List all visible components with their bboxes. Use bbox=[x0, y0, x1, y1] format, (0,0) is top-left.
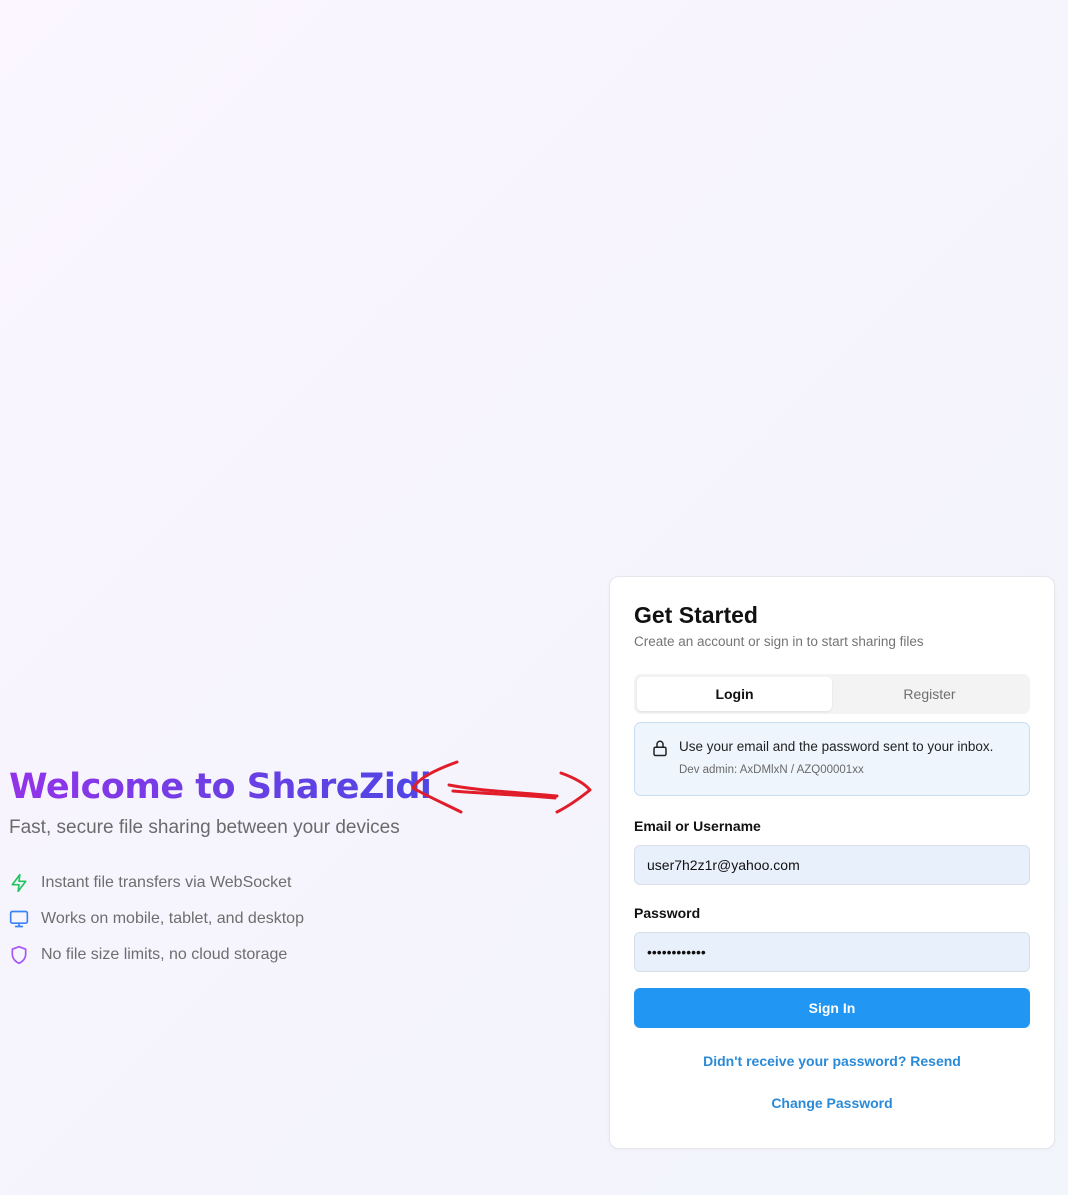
tab-register[interactable]: Register bbox=[832, 677, 1027, 711]
feature-text: No file size limits, no cloud storage bbox=[41, 946, 288, 963]
info-alert: Use your email and the password sent to … bbox=[634, 722, 1030, 796]
feature-item: No file size limits, no cloud storage bbox=[9, 937, 589, 973]
email-label: Email or Username bbox=[634, 818, 761, 834]
card-subtitle: Create an account or sign in to start sh… bbox=[634, 634, 924, 649]
feature-list: Instant file transfers via WebSocket Wor… bbox=[9, 865, 589, 973]
hero-subtitle: Fast, secure file sharing between your d… bbox=[9, 817, 400, 838]
auth-card: Get Started Create an account or sign in… bbox=[609, 576, 1055, 1149]
sign-in-button[interactable]: Sign In bbox=[634, 988, 1030, 1028]
tab-login[interactable]: Login bbox=[637, 677, 832, 711]
feature-text: Works on mobile, tablet, and desktop bbox=[41, 910, 304, 927]
shield-icon bbox=[9, 945, 29, 965]
hero-title: Welcome to ShareZidi bbox=[9, 762, 432, 812]
monitor-icon bbox=[9, 909, 29, 929]
lock-icon bbox=[653, 740, 667, 757]
auth-tabs: Login Register bbox=[634, 674, 1030, 714]
card-title: Get Started bbox=[634, 602, 758, 628]
email-field[interactable] bbox=[634, 845, 1030, 885]
password-label: Password bbox=[634, 905, 701, 921]
feature-item: Instant file transfers via WebSocket bbox=[9, 865, 589, 901]
info-text: Use your email and the password sent to … bbox=[679, 739, 994, 754]
change-password-link[interactable]: Change Password bbox=[634, 1095, 1030, 1111]
password-field[interactable] bbox=[634, 932, 1030, 972]
feature-text: Instant file transfers via WebSocket bbox=[41, 874, 292, 891]
lightning-icon bbox=[9, 873, 29, 893]
resend-password-link[interactable]: Didn't receive your password? Resend bbox=[634, 1053, 1030, 1069]
feature-item: Works on mobile, tablet, and desktop bbox=[9, 901, 589, 937]
double-arrow-icon bbox=[411, 760, 592, 814]
info-subtext: Dev admin: AxDMlxN / AZQ00001xx bbox=[679, 764, 864, 776]
